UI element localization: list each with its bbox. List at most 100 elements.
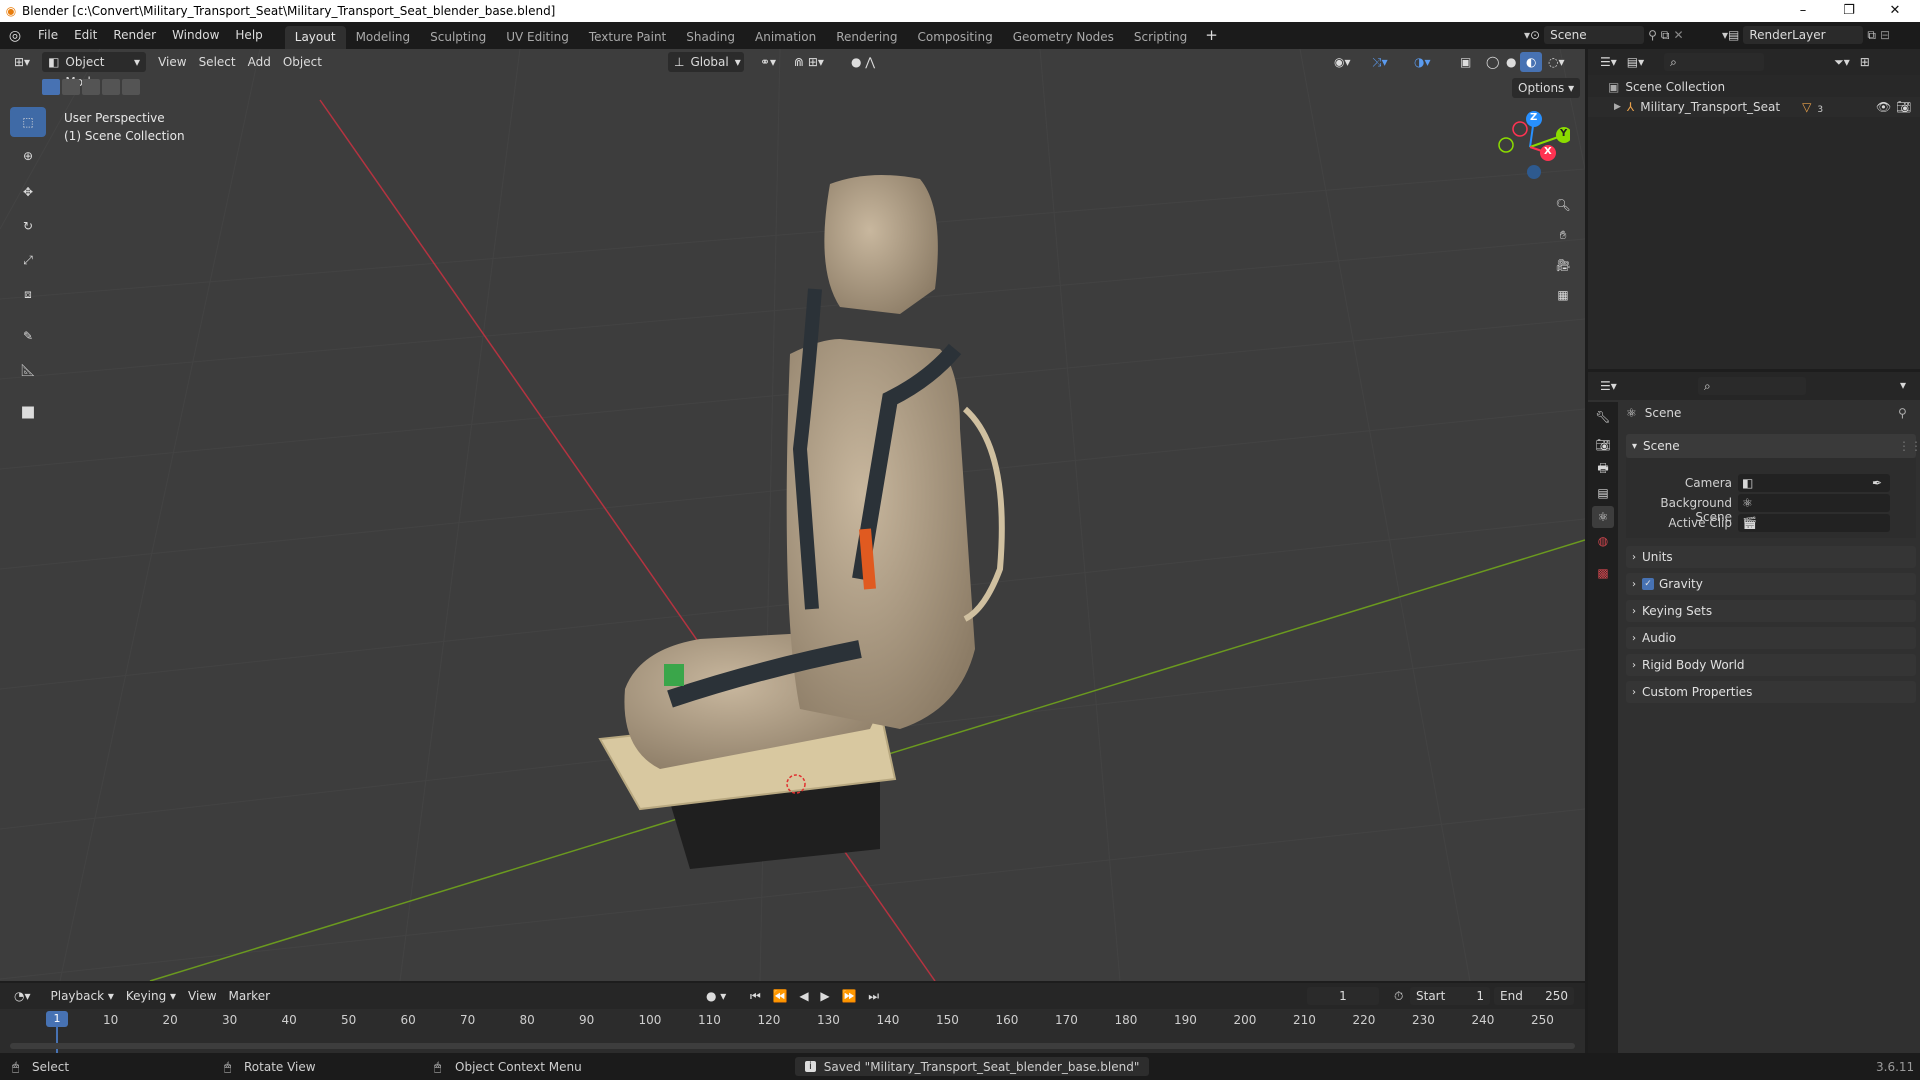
custom-properties-panel[interactable]: › Custom Properties bbox=[1626, 681, 1916, 703]
select-invert-icon[interactable] bbox=[102, 79, 120, 95]
active-clip-field[interactable]: 🎬︎ bbox=[1738, 514, 1890, 532]
timeline-scrollbar[interactable] bbox=[10, 1043, 1575, 1049]
tab-uv-editing[interactable]: UV Editing bbox=[496, 26, 579, 49]
blender-menu-icon[interactable]: ◎ bbox=[0, 28, 30, 44]
menu-playback[interactable]: Playback ▾ bbox=[45, 986, 120, 1006]
3d-viewport[interactable]: ⊞▾ ◧ Object Mode ▾ View Select Add Objec… bbox=[0, 49, 1585, 981]
add-cube-tool[interactable]: ⬛︎ bbox=[10, 397, 46, 427]
menu-select[interactable]: Select bbox=[193, 52, 242, 72]
menu-view[interactable]: View bbox=[152, 52, 192, 72]
eyedropper-icon[interactable]: ✒ bbox=[1872, 476, 1882, 490]
playback-controls[interactable]: ⏮ ⏪ ◀ ▶ ⏩ ⏭ bbox=[744, 986, 889, 1006]
measure-tool[interactable]: 📐︎ bbox=[10, 355, 46, 385]
camera-view-icon[interactable]: 🎥︎ bbox=[1550, 252, 1576, 278]
mode-selector[interactable]: ◧ Object Mode ▾ bbox=[42, 52, 147, 89]
audio-panel[interactable]: › Audio bbox=[1626, 627, 1916, 649]
chevron-down-icon[interactable]: ▾ bbox=[1900, 378, 1906, 392]
menu-timeline-view[interactable]: View bbox=[182, 986, 222, 1006]
tab-rendering[interactable]: Rendering bbox=[826, 26, 907, 49]
render-camera-icon[interactable]: 📷︎ bbox=[1896, 100, 1911, 114]
properties-search-input[interactable]: ⌕ bbox=[1698, 377, 1806, 395]
select-subtract-icon[interactable] bbox=[82, 79, 100, 95]
rendered-shading-icon[interactable]: ◌▾ bbox=[1542, 52, 1571, 72]
tab-compositing[interactable]: Compositing bbox=[907, 26, 1002, 49]
playhead[interactable]: 1 bbox=[46, 1011, 68, 1027]
camera-field[interactable]: ◧ ✒ bbox=[1738, 474, 1890, 492]
menu-file[interactable]: File bbox=[30, 22, 66, 49]
tab-layout[interactable]: Layout bbox=[284, 26, 346, 49]
render-tab-icon[interactable]: 📷︎ bbox=[1592, 434, 1614, 456]
material-shading-icon[interactable]: ◐ bbox=[1520, 52, 1543, 72]
options-button[interactable]: Options ▾ bbox=[1512, 78, 1581, 98]
drag-handle-icon[interactable]: ⋮⋮ bbox=[1898, 439, 1920, 453]
timeline-editor-icon[interactable]: ◔▾ bbox=[8, 986, 37, 1006]
cursor-tool[interactable]: ⊕ bbox=[10, 141, 46, 171]
end-frame-field[interactable]: End 250 bbox=[1494, 987, 1574, 1005]
annotate-tool[interactable]: ✎ bbox=[10, 321, 46, 351]
record-keyframe-icon[interactable]: ● ▾ bbox=[700, 986, 732, 1006]
menu-window[interactable]: Window bbox=[164, 22, 227, 49]
timeline-area[interactable]: 10 20 30 40 50 60 70 80 90 100 110 120 130 140 150 160 1… bbox=[0, 1009, 1585, 1053]
visibility-icon[interactable]: ◉▾ bbox=[1328, 52, 1357, 72]
rigid-body-world-panel[interactable]: › Rigid Body World bbox=[1626, 654, 1916, 676]
properties-editor-icon[interactable]: ☰▾ bbox=[1600, 379, 1617, 393]
menu-render[interactable]: Render bbox=[105, 22, 164, 49]
view-layer-selector[interactable]: RenderLayer bbox=[1743, 26, 1864, 44]
scene-panel-header[interactable]: ▾ Scene ⋮⋮ bbox=[1626, 434, 1920, 458]
scene-icon[interactable]: ▾⊙ bbox=[1524, 28, 1540, 42]
outliner-editor-icon[interactable]: ☰▾ bbox=[1600, 55, 1617, 69]
snap-icon[interactable]: ⋒ ⊞▾ bbox=[788, 52, 830, 72]
select-box-tool[interactable]: ⬚ bbox=[10, 107, 46, 137]
texture-tab-icon[interactable]: ▩ bbox=[1592, 562, 1614, 584]
keying-sets-panel[interactable]: › Keying Sets bbox=[1626, 600, 1916, 622]
pin-icon[interactable]: ⚲ bbox=[1898, 406, 1907, 420]
menu-edit[interactable]: Edit bbox=[66, 22, 105, 49]
scene-tab-icon[interactable]: ⚛ bbox=[1592, 506, 1614, 528]
maximize-button[interactable]: ❐ bbox=[1826, 0, 1872, 22]
tab-texture-paint[interactable]: Texture Paint bbox=[579, 26, 676, 49]
xray-icon[interactable]: ▣ bbox=[1454, 52, 1477, 72]
menu-add[interactable]: Add bbox=[242, 52, 277, 72]
outliner-row-scene-collection[interactable]: ▣ Scene Collection bbox=[1608, 77, 1725, 97]
current-frame-field[interactable]: 1 bbox=[1307, 987, 1379, 1005]
pan-hand-icon[interactable]: ✋︎ bbox=[1550, 222, 1576, 248]
select-intersect-icon[interactable] bbox=[122, 79, 140, 95]
scene-selector[interactable]: Scene bbox=[1544, 26, 1645, 44]
editor-type-icon[interactable]: ⊞▾ bbox=[8, 52, 36, 72]
filter-icon[interactable]: ⏷▾ bbox=[1834, 55, 1850, 70]
transform-orientation[interactable]: ⊥ Global ▾ bbox=[668, 52, 744, 72]
background-scene-field[interactable]: ⚛ bbox=[1738, 494, 1890, 512]
preview-range-icon[interactable]: ⏱ bbox=[1388, 986, 1409, 1006]
tab-geometry-nodes[interactable]: Geometry Nodes bbox=[1003, 26, 1124, 49]
new-collection-icon[interactable]: ⊞ bbox=[1860, 55, 1870, 69]
scale-tool[interactable]: ⤢ bbox=[10, 245, 46, 275]
tab-shading[interactable]: Shading bbox=[676, 26, 745, 49]
perspective-grid-icon[interactable]: ▦ bbox=[1550, 282, 1576, 308]
transform-tool[interactable]: ⧈ bbox=[10, 279, 46, 309]
outliner-row-object[interactable]: ▶ ⅄ Military_Transport_Seat ▽ 3 👁︎ 📷︎ bbox=[1588, 97, 1920, 117]
units-panel[interactable]: › Units bbox=[1626, 546, 1916, 568]
new-scene-icon[interactable]: ⧉ bbox=[1661, 28, 1670, 43]
world-tab-icon[interactable]: ◍ bbox=[1592, 530, 1614, 552]
gravity-panel[interactable]: › ✓ Gravity bbox=[1626, 573, 1916, 595]
menu-help[interactable]: Help bbox=[227, 22, 270, 49]
menu-keying[interactable]: Keying ▾ bbox=[120, 986, 182, 1006]
new-view-layer-icon[interactable]: ⧉ bbox=[1867, 28, 1876, 43]
overlay-toggle-icon[interactable]: ◑▾ bbox=[1408, 52, 1437, 72]
display-mode-icon[interactable]: ▤▾ bbox=[1627, 55, 1644, 69]
close-button[interactable]: ✕ bbox=[1872, 0, 1918, 22]
visibility-eye-icon[interactable]: 👁︎ bbox=[1876, 100, 1891, 114]
tab-animation[interactable]: Animation bbox=[745, 26, 826, 49]
select-new-icon[interactable] bbox=[42, 79, 60, 95]
menu-marker[interactable]: Marker bbox=[223, 986, 276, 1006]
add-workspace-button[interactable]: + bbox=[1197, 22, 1226, 49]
proportional-editing-icon[interactable]: ● ⋀ bbox=[845, 52, 881, 72]
navigation-gizmo[interactable]: Z Y X bbox=[1490, 107, 1572, 187]
delete-scene-icon[interactable]: ✕ bbox=[1673, 28, 1683, 42]
tool-tab-icon[interactable]: 🔧︎ bbox=[1592, 406, 1614, 428]
minimize-button[interactable]: – bbox=[1780, 0, 1826, 22]
view-layer-icon[interactable]: ▾▤ bbox=[1722, 28, 1739, 42]
menu-object[interactable]: Object bbox=[277, 52, 328, 72]
pivot-icon[interactable]: ⚭▾ bbox=[754, 52, 782, 72]
output-tab-icon[interactable]: 🖶 bbox=[1592, 458, 1614, 480]
